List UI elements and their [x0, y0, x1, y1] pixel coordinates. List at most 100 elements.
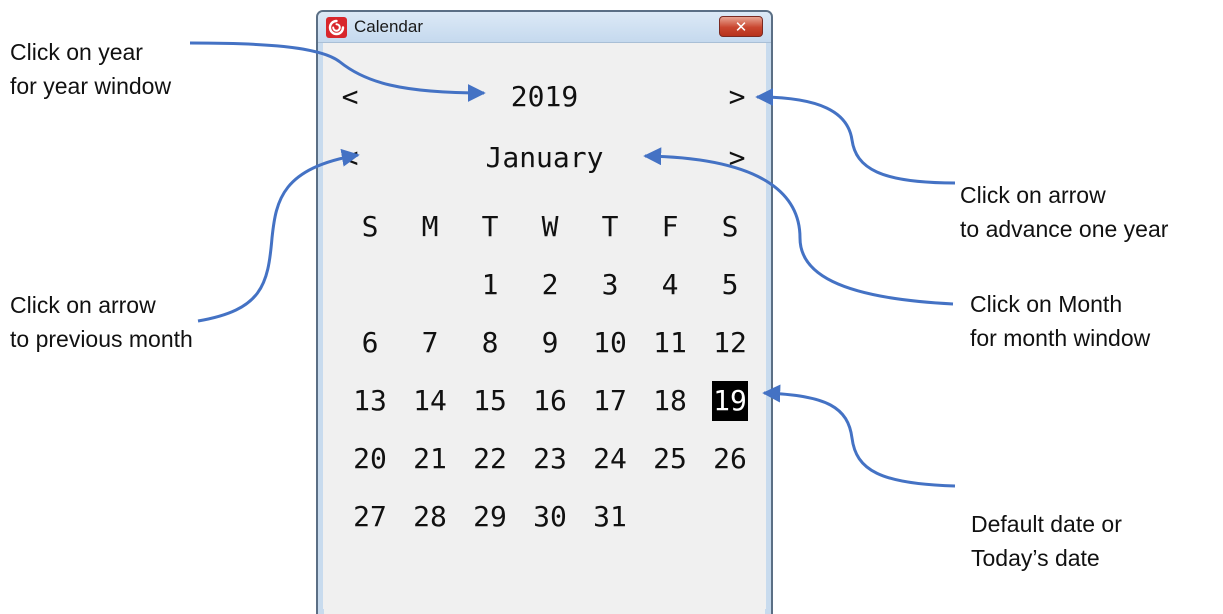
title-bar[interactable]: Calendar ✕: [318, 12, 771, 43]
weekday-header-row: S M T W T F S: [340, 198, 760, 256]
day-cell[interactable]: 21: [400, 430, 460, 488]
weekday-header: M: [421, 210, 439, 243]
day-number: 4: [661, 268, 679, 301]
day-cell[interactable]: 28: [400, 488, 460, 546]
day-number: 17: [593, 384, 627, 417]
year-navigation: < 2019 >: [324, 77, 765, 117]
week-row: 20 21 22 23 24 25 26: [340, 430, 760, 488]
day-number: 21: [413, 442, 447, 475]
day-number: 1: [481, 268, 499, 301]
month-label-wrap: January: [324, 138, 765, 178]
day-number: 14: [413, 384, 447, 417]
day-cell[interactable]: 11: [640, 314, 700, 372]
day-number: 6: [361, 326, 379, 359]
callout-text: for year window: [10, 73, 172, 99]
day-cell[interactable]: 29: [460, 488, 520, 546]
day-cell[interactable]: 17: [580, 372, 640, 430]
day-cell-empty: [400, 256, 460, 314]
week-row: 27 28 29 30 31: [340, 488, 760, 546]
day-cell[interactable]: 8: [460, 314, 520, 372]
calendar-body: < 2019 > < January > S M T W T F S 1 2 3…: [324, 43, 765, 614]
day-cell[interactable]: 15: [460, 372, 520, 430]
day-cell-empty: [700, 488, 760, 546]
callout-text: Today’s date: [971, 545, 1100, 571]
day-cell[interactable]: 31: [580, 488, 640, 546]
day-cell[interactable]: 23: [520, 430, 580, 488]
selected-day-number: 19: [712, 381, 748, 421]
day-number: 28: [413, 500, 447, 533]
day-cell[interactable]: 5: [700, 256, 760, 314]
year-label-wrap: 2019: [324, 77, 765, 117]
day-number: 5: [721, 268, 739, 301]
day-number: 18: [653, 384, 687, 417]
callout-text: Default date or: [971, 511, 1122, 537]
window-title: Calendar: [354, 17, 423, 36]
day-cell-selected[interactable]: 19: [700, 372, 760, 430]
day-cell[interactable]: 12: [700, 314, 760, 372]
close-button[interactable]: ✕: [719, 16, 763, 37]
day-number: 7: [421, 326, 439, 359]
day-cell[interactable]: 27: [340, 488, 400, 546]
day-number: 27: [353, 500, 387, 533]
day-cell[interactable]: 18: [640, 372, 700, 430]
day-cell[interactable]: 30: [520, 488, 580, 546]
day-number: 8: [481, 326, 499, 359]
day-cell[interactable]: 13: [340, 372, 400, 430]
day-cell-empty: [340, 256, 400, 314]
calendar-window: Calendar ✕ < 2019 > < January > S M T W: [316, 10, 773, 614]
day-cell[interactable]: 22: [460, 430, 520, 488]
day-cell[interactable]: 20: [340, 430, 400, 488]
day-cell[interactable]: 6: [340, 314, 400, 372]
day-number: [729, 488, 731, 528]
previous-year-button[interactable]: <: [335, 77, 365, 117]
day-cell[interactable]: 14: [400, 372, 460, 430]
day-number: 16: [533, 384, 567, 417]
day-cell-empty: [640, 488, 700, 546]
day-number: [669, 488, 671, 528]
day-number: [369, 256, 371, 296]
day-cell[interactable]: 3: [580, 256, 640, 314]
day-cell[interactable]: 16: [520, 372, 580, 430]
callout-text: Click on arrow: [10, 292, 156, 318]
day-number: 2: [541, 268, 559, 301]
callout-text: to previous month: [10, 326, 193, 352]
day-cell[interactable]: 24: [580, 430, 640, 488]
callout-default-date: Default date or Today’s date: [971, 507, 1122, 575]
next-month-button[interactable]: >: [722, 138, 752, 178]
day-cell[interactable]: 1: [460, 256, 520, 314]
callout-text: Click on Month: [970, 291, 1123, 317]
day-number: 3: [601, 268, 619, 301]
callout-advance-year: Click on arrow to advance one year: [960, 178, 1168, 246]
day-number: 15: [473, 384, 507, 417]
day-number: 11: [653, 326, 687, 359]
weekday-header: T: [481, 210, 499, 243]
day-number: 23: [533, 442, 567, 475]
week-row: 6 7 8 9 10 11 12: [340, 314, 760, 372]
weekday-header: T: [601, 210, 619, 243]
callout-text: Click on arrow: [960, 182, 1106, 208]
day-cell[interactable]: 9: [520, 314, 580, 372]
month-navigation: < January >: [324, 138, 765, 178]
day-cell[interactable]: 4: [640, 256, 700, 314]
day-number: 9: [541, 326, 559, 359]
month-label[interactable]: January: [485, 141, 603, 174]
day-cell[interactable]: 25: [640, 430, 700, 488]
arrow-to-advance-year: [755, 88, 956, 185]
weekday-header: S: [361, 210, 379, 243]
week-row: 13 14 15 16 17 18 19: [340, 372, 760, 430]
day-number: 25: [653, 442, 687, 475]
weekday-header: S: [721, 210, 739, 243]
previous-month-button[interactable]: <: [335, 138, 365, 178]
year-label[interactable]: 2019: [511, 80, 578, 113]
next-year-button[interactable]: >: [722, 77, 752, 117]
day-cell[interactable]: 10: [580, 314, 640, 372]
day-cell[interactable]: 7: [400, 314, 460, 372]
day-cell[interactable]: 26: [700, 430, 760, 488]
callout-month-window: Click on Month for month window: [970, 287, 1150, 355]
day-number: 22: [473, 442, 507, 475]
callout-year-window: Click on year for year window: [10, 35, 171, 103]
day-number: 26: [713, 442, 747, 475]
callout-text: to advance one year: [960, 216, 1169, 242]
day-grid: S M T W T F S 1 2 3 4 5 6 7 8 9 10 11 12…: [340, 198, 760, 546]
day-cell[interactable]: 2: [520, 256, 580, 314]
